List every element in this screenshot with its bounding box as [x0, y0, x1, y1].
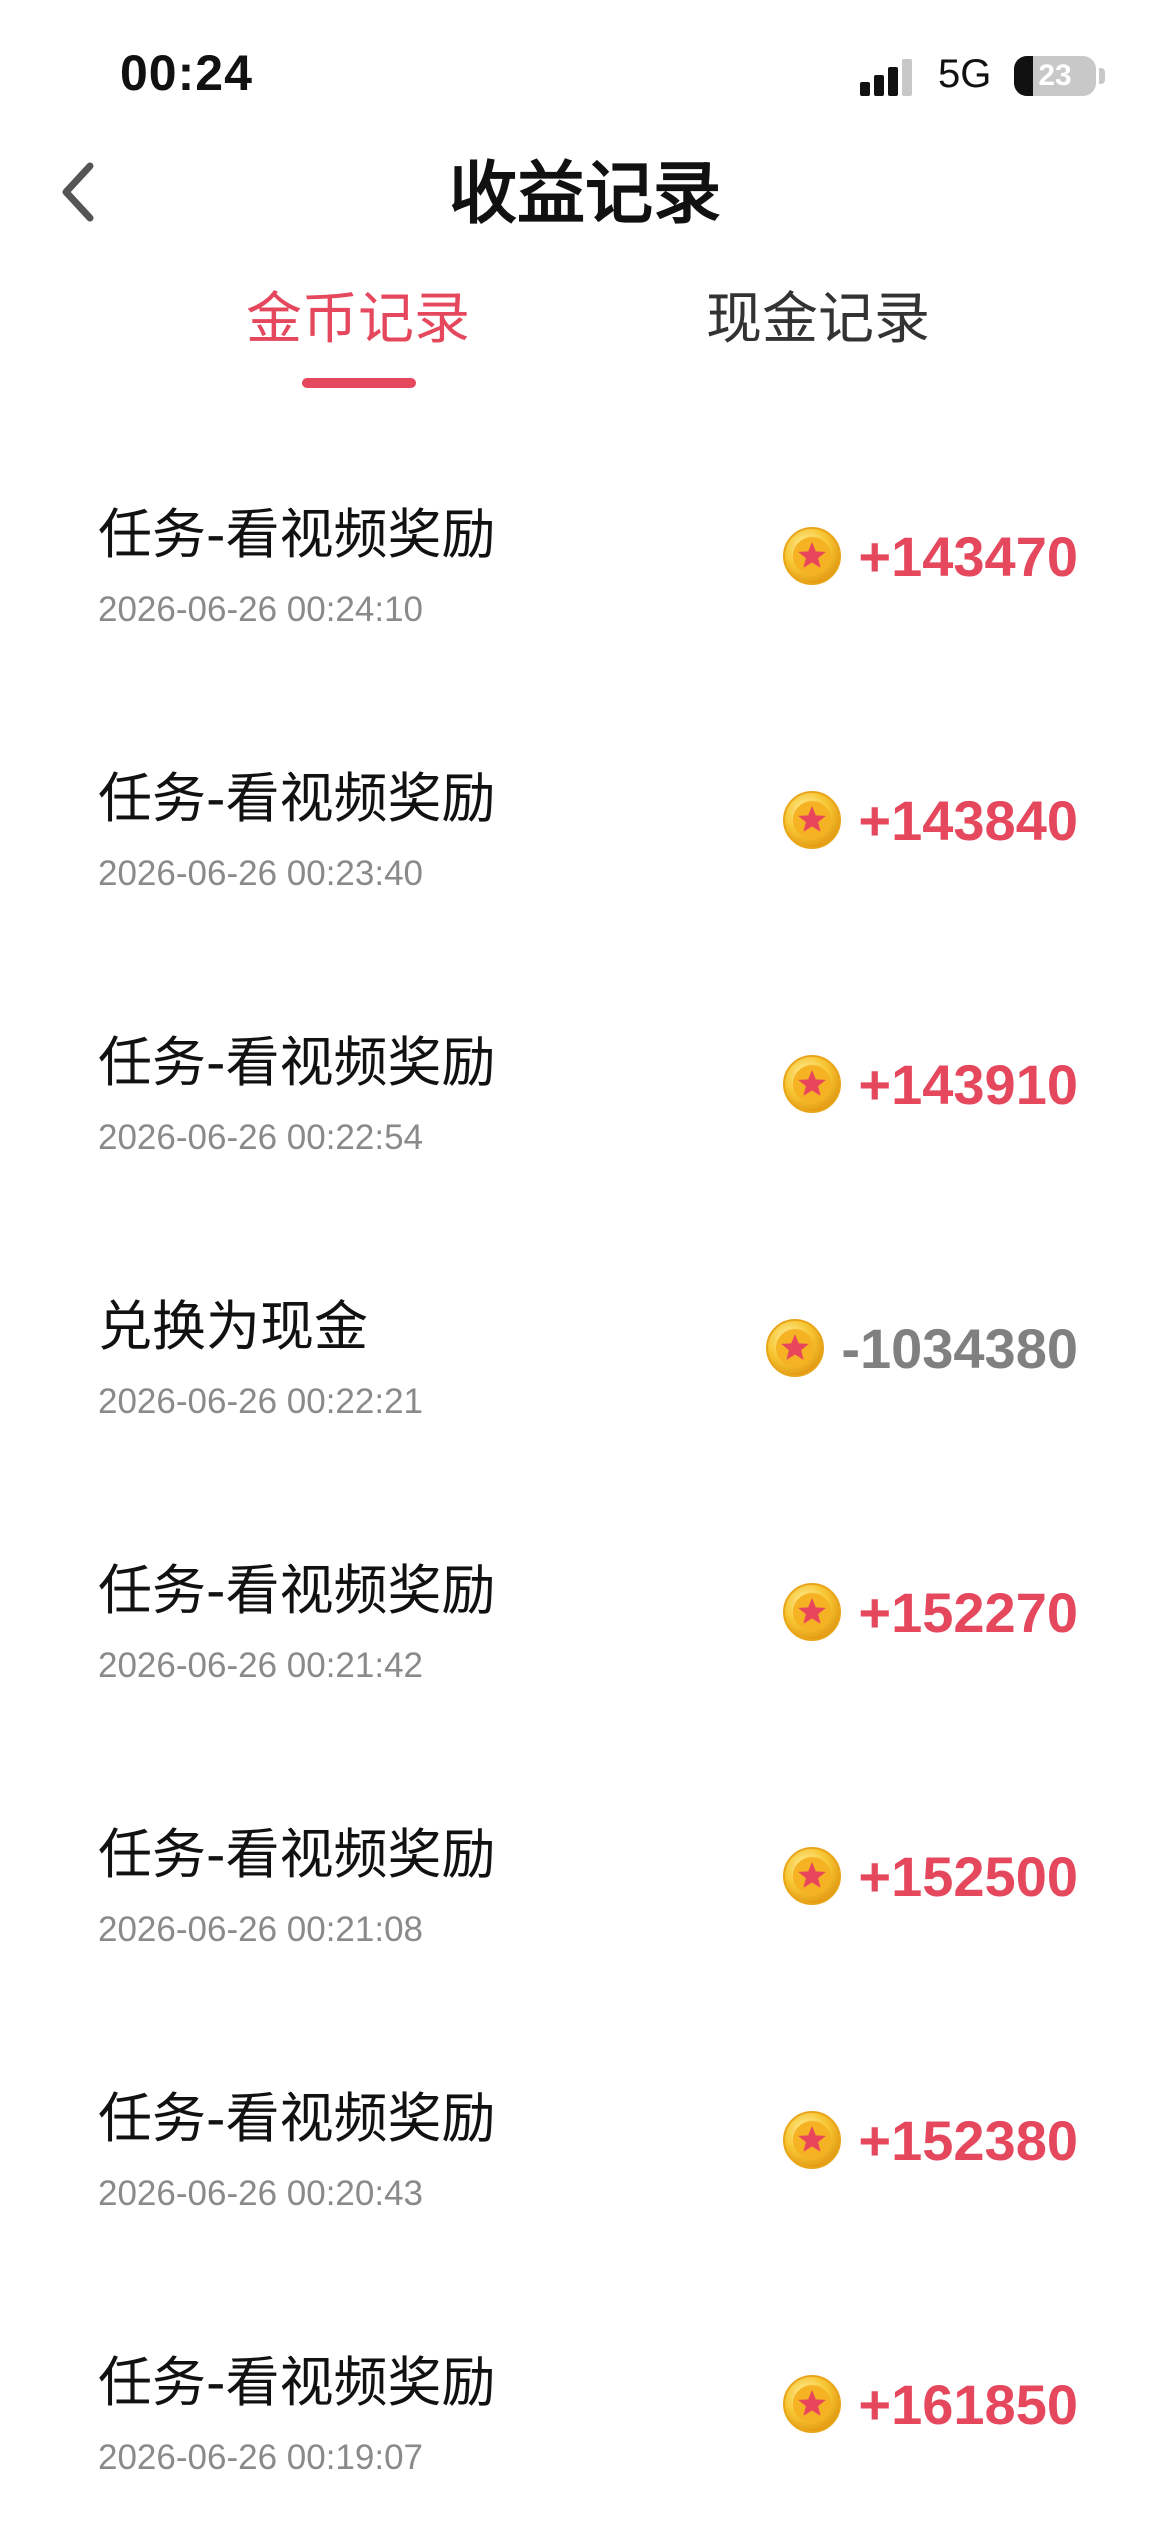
- record-title: 任务-看视频奖励: [98, 2087, 496, 2150]
- status-bar: 00:24 5G 23: [0, 0, 1170, 140]
- battery-level: 23: [1038, 59, 1072, 92]
- record-title: 兑换为现金: [98, 1295, 368, 1358]
- battery-tip: [1099, 68, 1105, 84]
- list-item: 任务-看视频奖励 2026-06-26 00:20:43 +152380: [0, 2014, 1170, 2278]
- battery-icon: 23: [1014, 56, 1096, 96]
- record-amount-group: +143910: [782, 1044, 1078, 1124]
- record-amount: -1034380: [841, 1316, 1078, 1380]
- list-item: 兑换为现金 2026-06-26 00:22:21 -1034380: [0, 1222, 1170, 1486]
- record-title: 任务-看视频奖励: [98, 767, 496, 830]
- tab-bar: 金币记录 现金记录: [0, 260, 1170, 400]
- coin-icon: [783, 791, 842, 849]
- nav-bar: 收益记录: [0, 140, 1170, 250]
- record-amount-group: +143470: [782, 516, 1078, 596]
- list-item: 任务-看视频奖励 2026-06-26 00:19:07 +161850: [0, 2278, 1170, 2542]
- list-item: 任务-看视频奖励 2026-06-26 00:23:40 +143840: [0, 694, 1170, 958]
- coin-icon: [766, 1319, 825, 1377]
- record-time: 2026-06-26 00:24:10: [98, 590, 423, 629]
- record-title: 任务-看视频奖励: [98, 1031, 496, 1094]
- record-amount: +152270: [858, 1580, 1078, 1644]
- tab-cash-records[interactable]: 现金记录: [706, 280, 930, 360]
- coin-icon: [783, 1847, 842, 1905]
- coin-icon: [783, 2375, 842, 2433]
- record-amount: +143910: [858, 1052, 1078, 1116]
- coin-icon: [783, 527, 842, 585]
- record-time: 2026-06-26 00:22:54: [98, 1118, 423, 1157]
- record-time: 2026-06-26 00:21:08: [98, 1910, 423, 1949]
- record-time: 2026-06-26 00:20:43: [98, 2174, 423, 2213]
- page-title: 收益记录: [448, 155, 721, 234]
- network-type: 5G: [938, 52, 992, 96]
- coin-icon: [783, 2111, 842, 2169]
- record-amount: +152500: [858, 1844, 1078, 1908]
- record-amount: +143840: [858, 788, 1078, 852]
- record-amount-group: +152270: [782, 1572, 1078, 1652]
- coin-icon: [783, 1583, 842, 1641]
- list-item: 任务-看视频奖励 2026-06-26 00:24:10 +143470: [0, 430, 1170, 694]
- list-item: 任务-看视频奖励 2026-06-26 00:22:54 +143910: [0, 958, 1170, 1222]
- active-tab-indicator: [302, 378, 416, 388]
- record-amount-group: +143840: [782, 780, 1078, 860]
- record-amount: +161850: [858, 2372, 1078, 2436]
- record-time: 2026-06-26 00:23:40: [98, 854, 423, 893]
- record-amount-group: -1034380: [765, 1308, 1078, 1388]
- status-time: 00:24: [120, 45, 253, 101]
- record-time: 2026-06-26 00:19:07: [98, 2438, 423, 2477]
- coin-icon: [783, 1055, 842, 1113]
- signal-icon: [860, 59, 912, 96]
- record-time: 2026-06-26 00:22:21: [98, 1382, 423, 1421]
- records-list[interactable]: 任务-看视频奖励 2026-06-26 00:24:10 +143470 任务-…: [0, 430, 1170, 2542]
- record-amount-group: +152500: [782, 1836, 1078, 1916]
- record-title: 任务-看视频奖励: [98, 503, 496, 566]
- list-item: 任务-看视频奖励 2026-06-26 00:21:08 +152500: [0, 1750, 1170, 2014]
- record-amount: +143470: [858, 524, 1078, 588]
- record-amount: +152380: [858, 2108, 1078, 2172]
- record-amount-group: +152380: [782, 2100, 1078, 2180]
- record-title: 任务-看视频奖励: [98, 1559, 496, 1622]
- record-amount-group: +161850: [782, 2364, 1078, 2444]
- record-title: 任务-看视频奖励: [98, 2351, 496, 2414]
- record-title: 任务-看视频奖励: [98, 1823, 496, 1886]
- tab-coin-records[interactable]: 金币记录: [246, 280, 470, 360]
- list-item: 任务-看视频奖励 2026-06-26 00:21:42 +152270: [0, 1486, 1170, 1750]
- record-time: 2026-06-26 00:21:42: [98, 1646, 423, 1685]
